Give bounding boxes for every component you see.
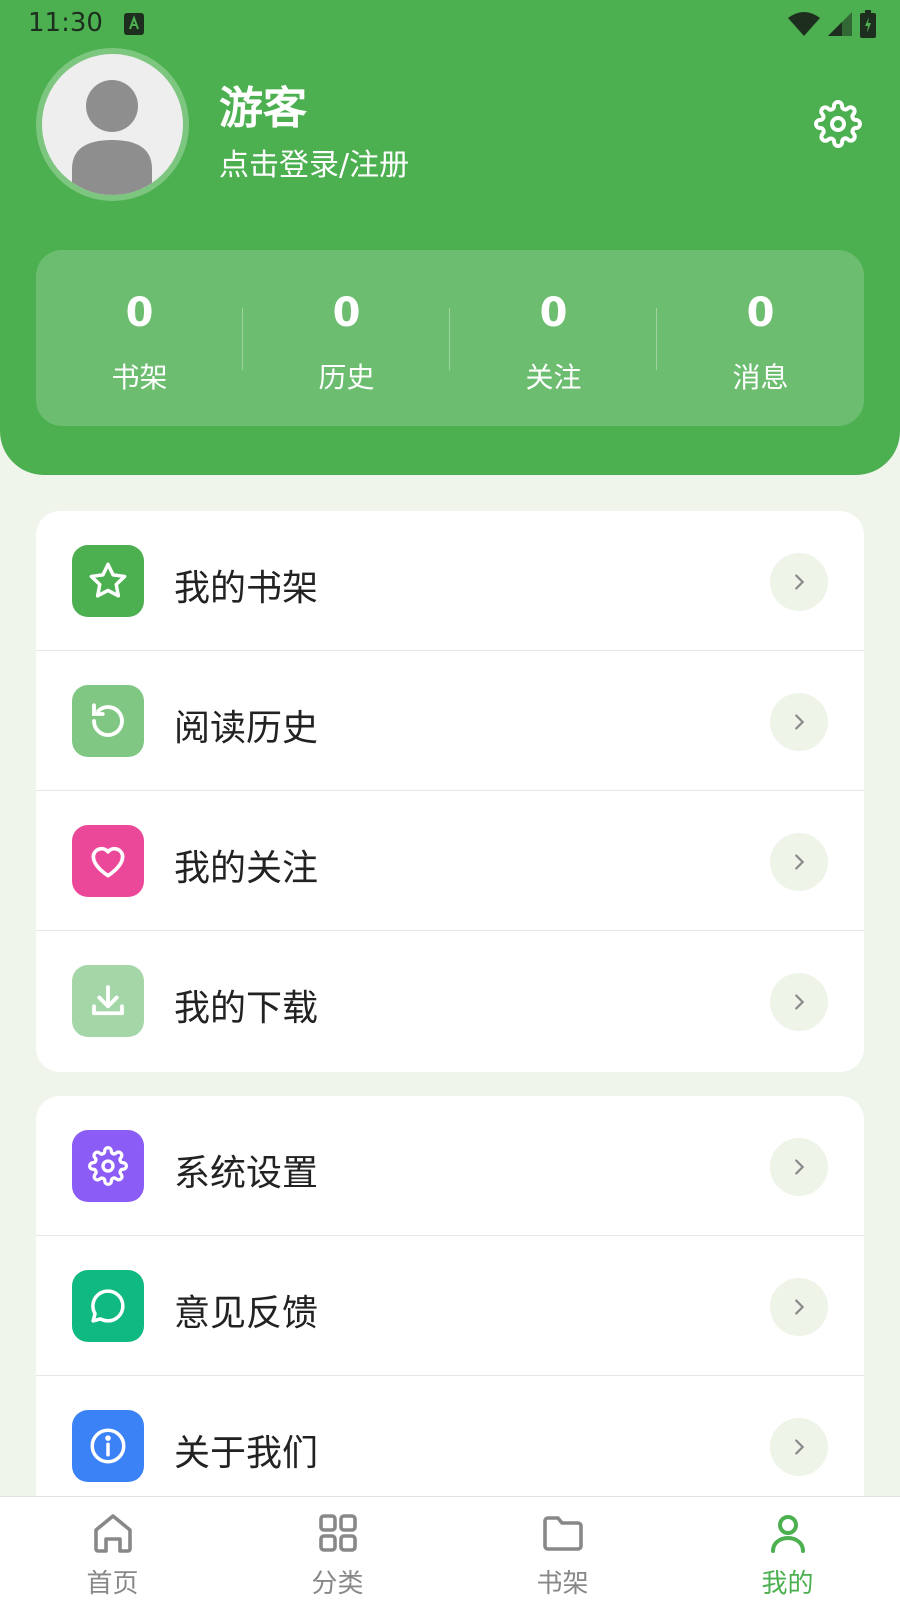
tab-home[interactable]: 首页 <box>0 1497 225 1600</box>
chat-icon <box>72 1270 144 1342</box>
avatar[interactable] <box>36 48 189 201</box>
star-icon <box>72 545 144 617</box>
menu-item-label: 意见反馈 <box>174 1293 319 1334</box>
stat-value: 0 <box>332 290 361 336</box>
stat-value: 0 <box>539 290 568 336</box>
menu-item-following[interactable]: 我的关注 <box>36 791 864 931</box>
chevron-right-icon <box>770 973 828 1031</box>
stat-value: 0 <box>746 290 775 336</box>
stat-following[interactable]: 0 关注 <box>450 250 657 426</box>
menu-item-history[interactable]: 阅读历史 <box>36 651 864 791</box>
grid-icon <box>318 1514 357 1552</box>
history-icon <box>72 685 144 757</box>
download-icon <box>72 965 144 1037</box>
keyboard-app-icon <box>124 13 144 35</box>
menu-item-about[interactable]: 关于我们 <box>36 1376 864 1516</box>
home-icon <box>93 1514 132 1553</box>
tab-mine[interactable]: 我的 <box>675 1497 900 1600</box>
battery-icon <box>860 10 876 38</box>
menu-item-label: 我的下载 <box>174 988 319 1029</box>
menu-item-label: 系统设置 <box>174 1153 319 1194</box>
stat-messages[interactable]: 0 消息 <box>657 250 864 426</box>
status-bar: 11:30 <box>0 0 900 50</box>
gear-icon[interactable] <box>814 100 862 148</box>
tab-category[interactable]: 分类 <box>225 1497 450 1600</box>
tab-bookshelf[interactable]: 书架 <box>450 1497 675 1600</box>
chevron-right-icon <box>770 1278 828 1336</box>
tab-label: 我的 <box>761 1569 814 1599</box>
user-name: 游客 <box>219 83 307 134</box>
stats-panel: 0 书架 0 历史 0 关注 0 消息 <box>36 250 864 426</box>
tab-label: 分类 <box>311 1569 364 1599</box>
login-register-link[interactable]: 点击登录/注册 <box>219 140 409 184</box>
stat-bookshelf[interactable]: 0 书架 <box>36 250 243 426</box>
status-time: 11:30 <box>28 8 103 38</box>
menu-item-label: 关于我们 <box>174 1433 319 1474</box>
user-silhouette-icon <box>72 80 152 195</box>
wifi-icon <box>788 12 820 36</box>
stat-value: 0 <box>125 290 154 336</box>
menu-card-system: 系统设置 意见反馈 关于我们 <box>36 1096 864 1516</box>
info-icon <box>72 1410 144 1482</box>
chevron-right-icon <box>770 833 828 891</box>
bottom-tab-bar: 首页 分类 书架 我的 <box>0 1496 900 1600</box>
signal-icon <box>828 12 852 36</box>
menu-item-bookshelf[interactable]: 我的书架 <box>36 511 864 651</box>
menu-card-main: 我的书架 阅读历史 我的关注 我的下载 <box>36 511 864 1072</box>
stat-label: 关注 <box>525 361 582 394</box>
menu-item-downloads[interactable]: 我的下载 <box>36 931 864 1071</box>
chevron-right-icon <box>770 693 828 751</box>
tab-label: 首页 <box>86 1569 139 1599</box>
stat-label: 历史 <box>318 361 375 394</box>
menu-item-label: 我的关注 <box>174 848 319 889</box>
stat-label: 消息 <box>732 361 789 394</box>
chevron-right-icon <box>770 1418 828 1476</box>
tab-label: 书架 <box>536 1569 589 1599</box>
gear-icon <box>72 1130 144 1202</box>
stat-history[interactable]: 0 历史 <box>243 250 450 426</box>
user-icon <box>770 1515 805 1553</box>
heart-icon <box>72 825 144 897</box>
menu-item-label: 我的书架 <box>174 568 319 609</box>
chevron-right-icon <box>770 1138 828 1196</box>
menu-item-settings[interactable]: 系统设置 <box>36 1096 864 1236</box>
chevron-right-icon <box>770 553 828 611</box>
folder-icon <box>542 1516 583 1551</box>
menu-item-label: 阅读历史 <box>174 708 319 749</box>
stat-label: 书架 <box>111 361 168 394</box>
menu-item-feedback[interactable]: 意见反馈 <box>36 1236 864 1376</box>
